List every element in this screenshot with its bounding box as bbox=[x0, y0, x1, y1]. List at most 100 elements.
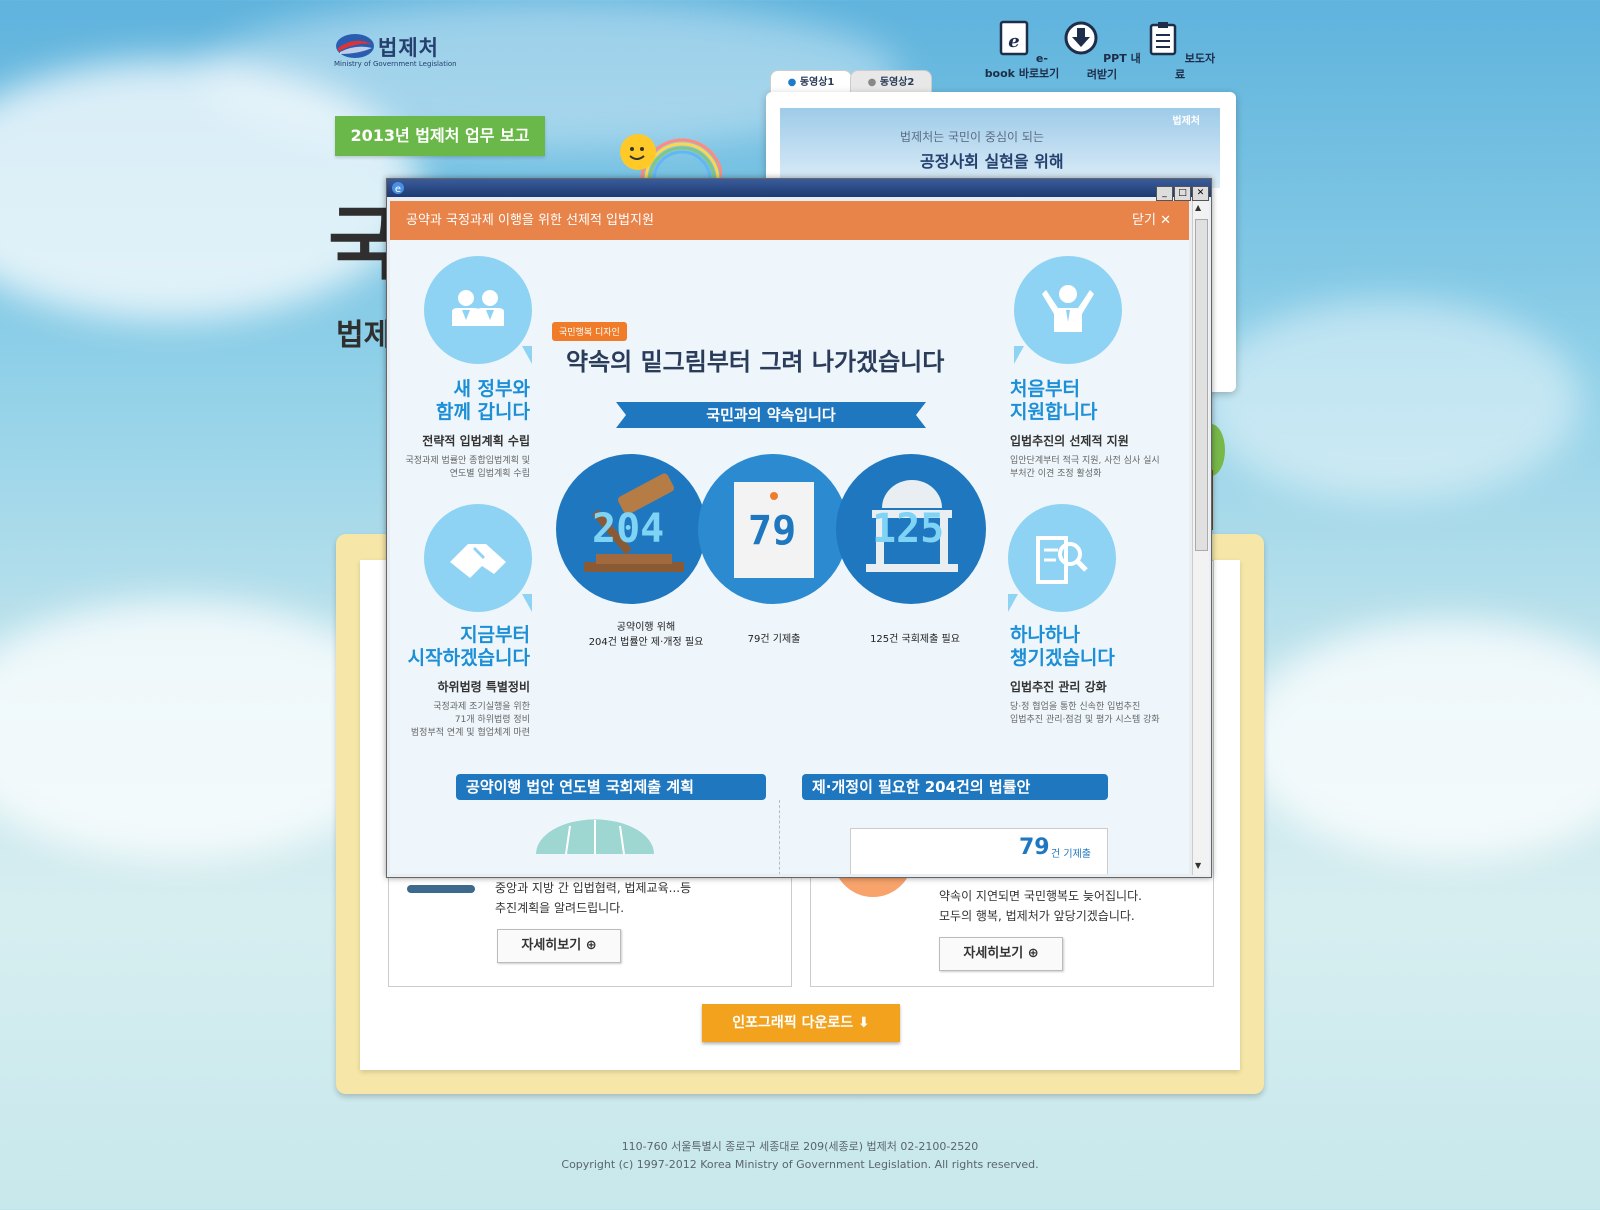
bubble-tail bbox=[1014, 346, 1024, 364]
people-icon bbox=[452, 290, 504, 326]
left-item-1-title1: 새 정부와 bbox=[453, 378, 530, 400]
circle-204-caption-line1: 공약이행 위해 bbox=[616, 622, 676, 633]
left-item-2-title1: 지금부터 bbox=[460, 624, 530, 646]
ebook-label: e-book 바로보기 bbox=[984, 52, 1060, 80]
logo-subtitle: Ministry of Government Legislation bbox=[334, 60, 457, 68]
mini-stat-label: 건 기제출 bbox=[1051, 849, 1091, 860]
bubble-tail bbox=[522, 594, 532, 612]
section-divider bbox=[779, 800, 780, 874]
right-item-2-sub: 입법추진 관리 강화 bbox=[1010, 680, 1107, 694]
infographic-download-button[interactable]: 인포그래픽 다운로드 ⬇ bbox=[702, 1004, 900, 1042]
left-item-2-title2: 시작하겠습니다 bbox=[407, 647, 530, 669]
video-logo: 법제처 bbox=[1172, 116, 1200, 127]
video-player[interactable]: 법제처 법제처는 국민이 중심이 되는 공정사회 실현을 위해 bbox=[780, 108, 1220, 188]
section-tab-left: 공약이행 법안 연도별 국회제출 계획 bbox=[456, 774, 766, 800]
hero-calligraphy-sub: 법제 bbox=[336, 318, 392, 353]
video-line1: 법제처는 국민이 중심이 되는 bbox=[900, 130, 1044, 144]
right-card-line2: 모두의 행복, 법제처가 앞당기겠습니다. bbox=[939, 909, 1135, 923]
left-item-2-desc2: 71개 하위법령 정비 bbox=[454, 715, 530, 725]
window-titlebar[interactable]: e _ □ ✕ bbox=[387, 179, 1211, 201]
right-item-2-desc1: 당·정 협업을 통한 신속한 입법추진 bbox=[1010, 702, 1141, 712]
clipboard-icon bbox=[1149, 22, 1177, 56]
left-item-2-desc3: 범정부적 연계 및 협업체계 마련 bbox=[410, 728, 530, 738]
logo-name: 법제처 bbox=[378, 36, 439, 60]
left-item-1-title2: 함께 갑니다 bbox=[435, 401, 530, 423]
scroll-up-icon[interactable]: ▲ bbox=[1195, 203, 1201, 212]
video-tab-2-label: 동영상2 bbox=[879, 77, 915, 88]
ppt-download-button[interactable]: PPT 내려받기 bbox=[1062, 20, 1142, 82]
popup-header: 공약과 국정과제 이행을 위한 선제적 입법지원 닫기 ✕ bbox=[390, 201, 1189, 240]
window-close-button[interactable]: ✕ bbox=[1192, 186, 1209, 201]
headline-badge: 국민행복 디자인 bbox=[552, 322, 627, 341]
document-search-icon bbox=[1036, 536, 1088, 584]
cheer-bubble bbox=[1014, 256, 1122, 364]
circle-125-number: 125 bbox=[872, 506, 945, 552]
browser-icon: e bbox=[392, 182, 404, 195]
footer: 110-760 서울특별시 종로구 세종대로 209(세종로) 법제처 02-2… bbox=[0, 1138, 1600, 1174]
ribbon-text: 국민과의 약속입니다 bbox=[706, 406, 836, 424]
sun-rainbow-icon bbox=[620, 134, 722, 181]
circle-79: 79 bbox=[698, 454, 848, 604]
left-item-1-sub: 전략적 입법계획 수립 bbox=[422, 434, 530, 448]
svg-text:e: e bbox=[395, 184, 401, 195]
right-item-2: 하나하나 챙기겠습니다 입법추진 관리 강화 당·정 협업을 통한 신속한 입법… bbox=[1010, 624, 1185, 727]
left-item-1: 새 정부와 함께 갑니다 전략적 입법계획 수립 국정과제 법률안 종합입법계획… bbox=[390, 378, 530, 481]
bubble-tail bbox=[1008, 594, 1018, 612]
circle-204-number: 204 bbox=[592, 506, 665, 552]
circle-204: 204 bbox=[556, 454, 706, 604]
left-item-2-desc1: 국정과제 조기실행을 위한 bbox=[433, 702, 530, 712]
card-bar bbox=[407, 885, 475, 893]
scroll-thumb[interactable] bbox=[1195, 219, 1208, 551]
window-controls: _ □ ✕ bbox=[1155, 180, 1209, 201]
report-tag: 2013년 법제처 업무 보고 bbox=[335, 116, 545, 156]
left-card-line2: 추진계획을 알려드립니다. bbox=[495, 901, 625, 915]
handshake-icon bbox=[450, 544, 506, 578]
dome-icon bbox=[536, 819, 654, 854]
site-logo[interactable]: 법제처 Ministry of Government Legislation bbox=[334, 30, 464, 70]
left-item-1-desc2: 연도별 입법계획 수립 bbox=[449, 469, 530, 479]
scroll-down-icon[interactable]: ▼ bbox=[1195, 861, 1201, 870]
handshake-bubble bbox=[424, 504, 532, 612]
press-label: 보도자료 bbox=[1174, 52, 1216, 81]
footer-address: 110-760 서울특별시 종로구 세종대로 209(세종로) 법제처 02-2… bbox=[621, 1140, 979, 1153]
people-bubble bbox=[424, 256, 532, 364]
video-tab-1-label: 동영상1 bbox=[799, 77, 835, 88]
pin-icon bbox=[770, 492, 778, 500]
svg-text:e: e bbox=[1008, 31, 1019, 52]
press-release-button[interactable]: 보도자료 bbox=[1140, 20, 1220, 82]
minimize-button[interactable]: _ bbox=[1156, 186, 1173, 201]
right-item-1-desc1: 입안단계부터 적극 지원, 사전 심사 실시 bbox=[1010, 456, 1160, 466]
popup-scrollbar[interactable]: ▲ ▼ bbox=[1192, 201, 1209, 875]
footer-copyright: Copyright (c) 1997-2012 Korea Ministry o… bbox=[561, 1158, 1039, 1171]
left-item-2: 지금부터 시작하겠습니다 하위법령 특별정비 국정과제 조기실행을 위한 71개… bbox=[390, 624, 530, 740]
right-item-2-desc2: 입법추진 관리·점검 및 평가 시스템 강화 bbox=[1010, 715, 1160, 725]
right-item-1-title2: 지원합니다 bbox=[1010, 401, 1098, 423]
ppt-label: PPT 내려받기 bbox=[1086, 52, 1141, 81]
circle-79-caption: 79건 기제출 bbox=[747, 634, 801, 645]
right-item-1: 처음부터 지원합니다 입법추진의 선제적 지원 입안단계부터 적극 지원, 사전… bbox=[1010, 378, 1185, 481]
right-item-2-title2: 챙기겠습니다 bbox=[1010, 647, 1115, 669]
popup-title: 공약과 국정과제 이행을 위한 선제적 입법지원 bbox=[406, 213, 654, 228]
cloud-decoration bbox=[1240, 620, 1600, 860]
circle-204-caption-line2: 204건 법률안 제·개정 필요 bbox=[588, 637, 704, 648]
ebook-button[interactable]: e e-book 바로보기 bbox=[982, 20, 1062, 81]
mini-stat-number: 79 bbox=[1019, 835, 1050, 860]
right-item-1-desc2: 부처간 이견 조정 활성화 bbox=[1010, 469, 1102, 479]
circle-204-caption: 공약이행 위해 204건 법률안 제·개정 필요 bbox=[566, 618, 726, 648]
right-item-2-title1: 하나하나 bbox=[1010, 624, 1080, 646]
cloud-decoration bbox=[1200, 300, 1580, 500]
popup-window: e _ □ ✕ 공약과 국정과제 이행을 위한 선제적 입법지원 닫기 ✕ 새 정부… bbox=[386, 178, 1212, 878]
right-detail-button[interactable]: 자세히보기 ⊕ bbox=[939, 937, 1063, 971]
right-card-line1: 약속이 지연되면 국민행복도 늦어집니다. bbox=[939, 889, 1142, 903]
popup-close-button[interactable]: 닫기 ✕ bbox=[1132, 201, 1171, 240]
left-item-1-desc1: 국정과제 법률안 종합입법계획 및 bbox=[405, 456, 530, 466]
download-icon bbox=[1064, 21, 1098, 55]
infographic-body: 새 정부와 함께 갑니다 전략적 입법계획 수립 국정과제 법률안 종합입법계획… bbox=[390, 240, 1189, 874]
circle-79-number: 79 bbox=[748, 508, 797, 554]
left-detail-button[interactable]: 자세히보기 ⊕ bbox=[497, 929, 621, 963]
right-item-1-sub: 입법추진의 선제적 지원 bbox=[1010, 434, 1129, 448]
maximize-button[interactable]: □ bbox=[1174, 186, 1191, 201]
bubble-tail bbox=[522, 346, 532, 364]
section-tab-right: 제·개정이 필요한 204건의 법률안 bbox=[802, 774, 1108, 800]
ebook-icon: e bbox=[999, 20, 1029, 56]
